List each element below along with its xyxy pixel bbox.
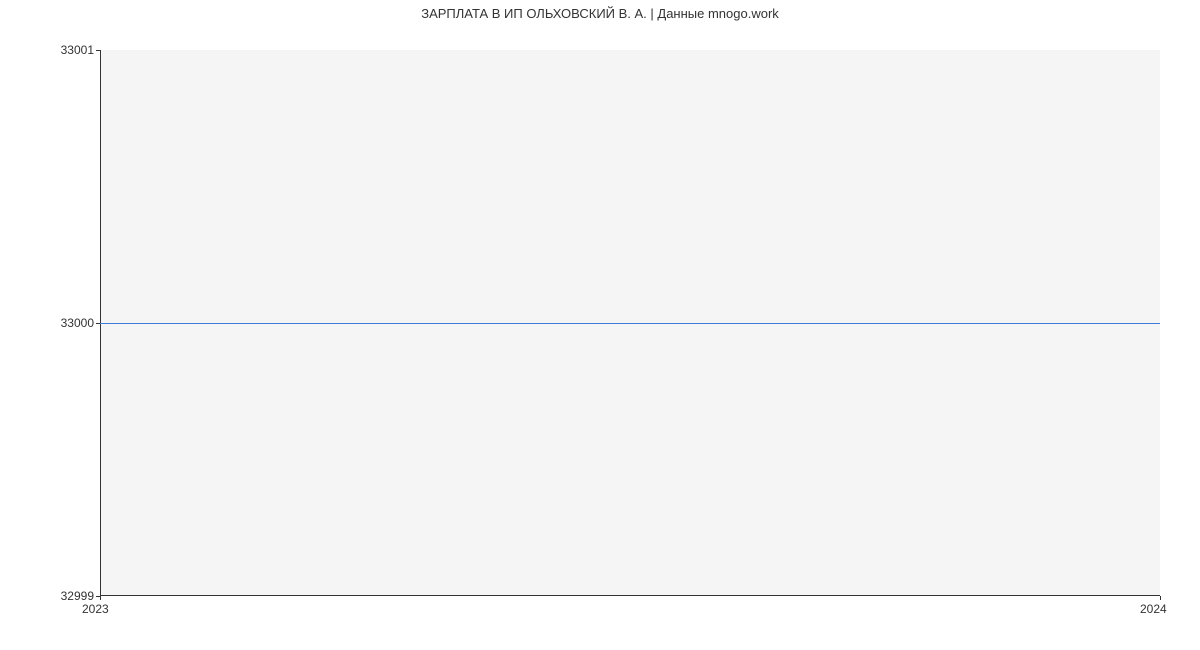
x-tick-mark xyxy=(100,596,101,600)
y-tick-mark xyxy=(96,50,100,51)
y-tick-label: 33000 xyxy=(61,316,94,330)
y-tick-label: 33001 xyxy=(61,43,94,57)
data-line-salary xyxy=(100,323,1160,324)
y-tick-label: 32999 xyxy=(61,589,94,603)
salary-chart: ЗАРПЛАТА В ИП ОЛЬХОВСКИЙ В. А. | Данные … xyxy=(0,0,1200,650)
x-tick-mark xyxy=(1160,596,1161,600)
x-tick-label: 2024 xyxy=(1140,602,1167,616)
y-tick-mark xyxy=(96,323,100,324)
x-tick-label: 2023 xyxy=(82,602,109,616)
chart-title: ЗАРПЛАТА В ИП ОЛЬХОВСКИЙ В. А. | Данные … xyxy=(0,6,1200,21)
